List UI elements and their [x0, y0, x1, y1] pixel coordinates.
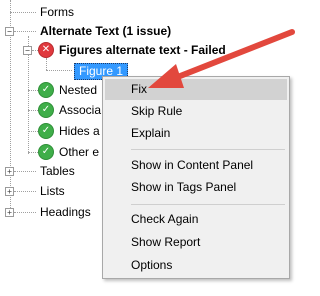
green-check-circle-icon: ✓ — [38, 144, 54, 160]
menu-item-label: Check Again — [131, 212, 199, 226]
tree-node-label: Nested — [59, 83, 98, 97]
minus-box-icon[interactable]: − — [5, 27, 14, 36]
menu-item-label: Show in Content Panel — [131, 158, 254, 172]
menu-item-show-report[interactable]: Show Report — [105, 232, 287, 253]
tree-node-nested[interactable]: ✓ Nested — [0, 81, 102, 99]
menu-item-label: Fix — [131, 82, 147, 96]
green-check-circle-icon: ✓ — [38, 123, 54, 139]
menu-item-label: Show in Tags Panel — [131, 180, 237, 194]
menu-item-explain[interactable]: Explain — [105, 123, 287, 144]
tree-node-figures-alternate-text[interactable]: − ✕ Figures alternate text - Failed — [0, 41, 314, 59]
menu-separator — [131, 149, 285, 150]
green-check-circle-icon: ✓ — [38, 102, 54, 118]
tree-node-label: Lists — [40, 184, 65, 198]
menu-item-label: Skip Rule — [131, 104, 183, 118]
context-menu: Fix Skip Rule Explain Show in Content Pa… — [102, 76, 290, 279]
tree-node-label: Hides a — [59, 124, 100, 138]
menu-item-label: Options — [131, 258, 173, 272]
minus-box-icon[interactable]: − — [23, 46, 32, 55]
menu-item-fix[interactable]: Fix — [105, 79, 287, 100]
tree-node-hides[interactable]: ✓ Hides a — [0, 122, 102, 140]
plus-box-icon[interactable]: + — [5, 167, 14, 176]
menu-item-label: Show Report — [131, 235, 201, 249]
plus-box-icon[interactable]: + — [5, 187, 14, 196]
tree-node-other[interactable]: ✓ Other e — [0, 143, 102, 161]
tree-node-associated[interactable]: ✓ Associa — [0, 101, 102, 119]
tree-node-label: Forms — [40, 5, 74, 19]
tree-node-lists[interactable]: + Lists — [0, 182, 102, 200]
tree-node-label: Associa — [59, 103, 102, 117]
tree-line — [46, 70, 72, 71]
menu-item-options[interactable]: Options — [105, 255, 287, 276]
tree-node-forms[interactable]: Forms — [0, 3, 314, 21]
green-check-circle-icon: ✓ — [38, 82, 54, 98]
menu-item-label: Explain — [131, 126, 171, 140]
red-x-circle-icon: ✕ — [38, 42, 54, 58]
menu-separator — [131, 204, 285, 205]
tree-node-label: Headings — [40, 205, 91, 219]
tree-node-label: Tables — [40, 164, 75, 178]
tree-node-alternate-text[interactable]: − Alternate Text (1 issue) — [0, 22, 314, 40]
tree-node-headings[interactable]: + Headings — [0, 203, 102, 221]
menu-item-skip-rule[interactable]: Skip Rule — [105, 101, 287, 122]
plus-box-icon[interactable]: + — [5, 208, 14, 217]
menu-item-show-tags-panel[interactable]: Show in Tags Panel — [105, 177, 287, 198]
tree-node-label: Alternate Text (1 issue) — [40, 24, 172, 38]
tree-node-tables[interactable]: + Tables — [0, 162, 102, 180]
tree-node-label: Figures alternate text - Failed — [59, 43, 226, 57]
menu-item-show-content-panel[interactable]: Show in Content Panel — [105, 155, 287, 176]
menu-item-check-again[interactable]: Check Again — [105, 209, 287, 230]
tree-line — [46, 58, 47, 70]
tree-node-label: Other e — [59, 145, 100, 159]
